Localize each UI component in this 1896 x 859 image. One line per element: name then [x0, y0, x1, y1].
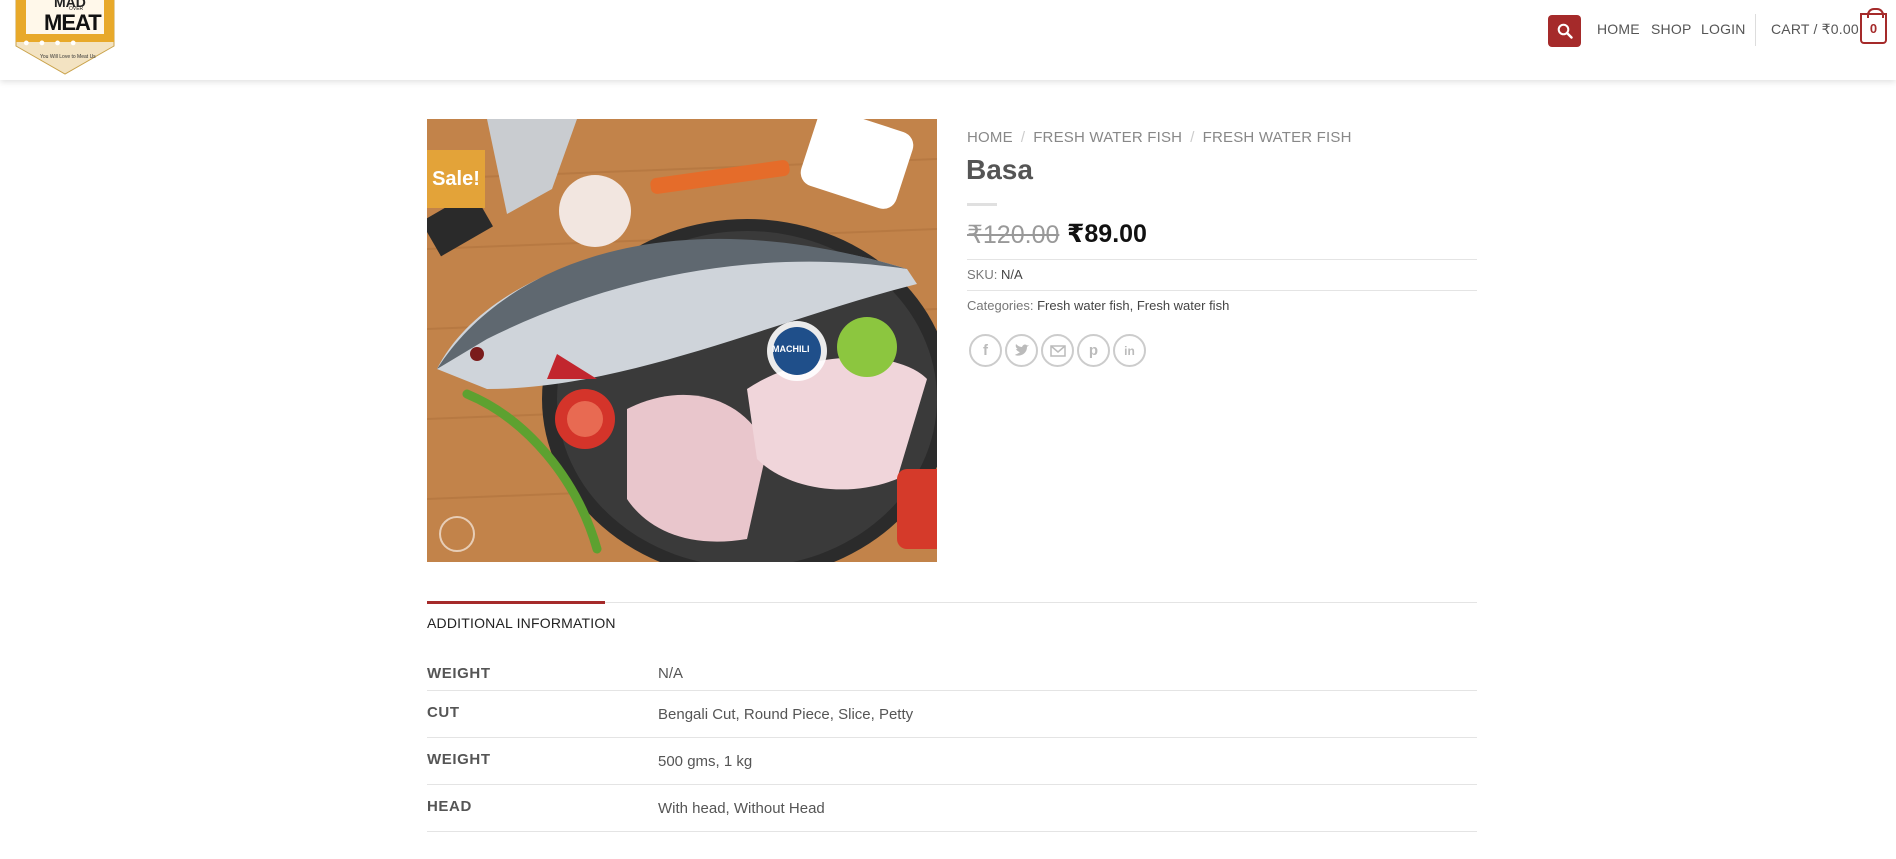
- share-linkedin-button[interactable]: in: [1113, 334, 1146, 367]
- attribute-value: N/A: [658, 665, 684, 682]
- divider: [967, 290, 1477, 291]
- facebook-icon: f: [983, 342, 988, 359]
- breadcrumb-category[interactable]: FRESH WATER FISH: [1033, 129, 1182, 146]
- title-divider: [967, 203, 997, 206]
- breadcrumb-subcategory[interactable]: FRESH WATER FISH: [1203, 129, 1352, 146]
- attribute-label: WEIGHT: [427, 751, 491, 768]
- divider: [427, 831, 1477, 832]
- logo-animal-icons: ●●●●: [23, 37, 86, 49]
- product-image[interactable]: MACHILI: [427, 119, 937, 562]
- nav-divider: [1755, 14, 1756, 46]
- nav-shop[interactable]: SHOP: [1651, 21, 1691, 37]
- brand-mark-label: MACHILI: [772, 344, 810, 354]
- breadcrumb: HOME / FRESH WATER FISH / FRESH WATER FISH: [967, 129, 1352, 146]
- divider: [427, 690, 1477, 691]
- divider: [967, 259, 1477, 260]
- search-button[interactable]: [1548, 15, 1581, 47]
- sku-row: SKU: N/A: [967, 267, 1023, 282]
- categories-row: Categories: Fresh water fish, Fresh wate…: [967, 298, 1230, 313]
- zoom-icon[interactable]: [439, 516, 475, 552]
- share-twitter-button[interactable]: [1005, 334, 1038, 367]
- attribute-value: Bengali Cut, Round Piece, Slice, Petty: [658, 706, 914, 723]
- search-icon: [1557, 23, 1573, 39]
- product-title: Basa: [966, 154, 1033, 185]
- breadcrumb-home[interactable]: HOME: [967, 129, 1013, 146]
- site-logo[interactable]: MAD OVER MEAT ●●●● You Will Love to Meat…: [10, 0, 120, 76]
- share-facebook-button[interactable]: f: [969, 334, 1002, 367]
- nav-cart-link[interactable]: CART / ₹0.00: [1771, 21, 1859, 38]
- category-link[interactable]: Fresh water fish: [1037, 298, 1129, 313]
- linkedin-icon: in: [1124, 343, 1135, 358]
- divider: [427, 784, 1477, 785]
- nav-login[interactable]: LOGIN: [1701, 21, 1746, 37]
- sale-badge: Sale!: [427, 150, 485, 208]
- category-link[interactable]: Fresh water fish: [1137, 298, 1229, 313]
- breadcrumb-separator: /: [1190, 129, 1195, 146]
- email-icon: [1049, 344, 1066, 357]
- site-header: MAD OVER MEAT ●●●● You Will Love to Meat…: [0, 0, 1896, 80]
- product-photo: [427, 119, 937, 562]
- pinterest-icon: p: [1088, 342, 1099, 359]
- divider: [427, 737, 1477, 738]
- tab-active-indicator: [427, 601, 605, 604]
- attribute-label: HEAD: [427, 798, 472, 815]
- sku-label: SKU:: [967, 267, 998, 282]
- share-pinterest-button[interactable]: p: [1077, 334, 1110, 367]
- breadcrumb-separator: /: [1020, 129, 1026, 146]
- price-sale: ₹89.00: [1067, 220, 1147, 248]
- attribute-value: 500 gms, 1 kg: [658, 753, 753, 770]
- logo-main-text: MEAT: [44, 10, 102, 35]
- attribute-label: CUT: [427, 704, 460, 721]
- attribute-value: With head, Without Head: [658, 800, 825, 817]
- categories-label: Categories:: [967, 298, 1034, 313]
- nav-home[interactable]: HOME: [1597, 21, 1640, 37]
- cart-count-badge[interactable]: 0: [1860, 8, 1887, 44]
- twitter-icon: [1014, 343, 1029, 356]
- share-email-button[interactable]: [1041, 334, 1074, 367]
- tab-additional-information[interactable]: ADDITIONAL INFORMATION: [427, 615, 616, 631]
- sku-value: N/A: [1000, 267, 1023, 282]
- price-original: ₹120.00: [967, 221, 1060, 249]
- logo-tagline: You Will Love to Meat Us: [40, 54, 96, 60]
- attribute-label: WEIGHT: [427, 665, 491, 682]
